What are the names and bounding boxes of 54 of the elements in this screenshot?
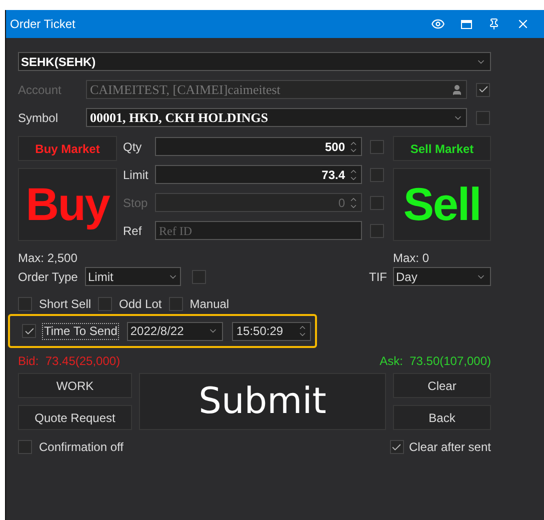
ask-text: Ask: 73.50(107,000): [380, 353, 491, 370]
work-button[interactable]: WORK: [18, 373, 132, 398]
checkbox[interactable]: [192, 270, 206, 284]
checkbox[interactable]: [22, 324, 36, 338]
exchange-dropdown[interactable]: SEHK(SEHK): [18, 52, 491, 71]
window-title: Order Ticket: [10, 16, 76, 33]
sell-market-button[interactable]: Sell Market: [393, 136, 491, 161]
time-field[interactable]: 15:50:29: [232, 322, 312, 340]
quote-request-button[interactable]: Quote Request: [18, 405, 132, 430]
checkbox[interactable]: [476, 110, 490, 124]
checkbox-label: Confirmation off: [39, 439, 124, 456]
checkbox-label: Clear after sent: [408, 439, 491, 456]
checkbox[interactable]: [370, 140, 384, 154]
back-button[interactable]: Back: [393, 405, 491, 430]
field-label: Ref: [123, 222, 143, 240]
field-label: Order Type: [18, 268, 79, 286]
buy-market-button[interactable]: Buy Market: [18, 136, 117, 161]
checkbox[interactable]: [18, 297, 32, 311]
eye-icon[interactable]: [431, 17, 445, 31]
number-field[interactable]: 500: [155, 137, 362, 156]
submit-button[interactable]: Submit: [139, 373, 386, 430]
order-type-dropdown[interactable]: Limit: [85, 267, 181, 286]
checkbox[interactable]: [168, 297, 183, 311]
clear-button[interactable]: Clear: [393, 373, 491, 398]
checkbox-label: Short Sell: [39, 296, 92, 313]
close-icon[interactable]: [516, 17, 530, 31]
tif-dropdown[interactable]: Day: [393, 267, 491, 286]
checkbox[interactable]: [390, 440, 404, 454]
check-icon: [391, 442, 402, 452]
checkbox-label: Manual: [190, 296, 230, 313]
field-label: Symbol: [18, 110, 60, 126]
checkbox-label: Time To Send: [42, 322, 120, 340]
pin-icon[interactable]: [488, 18, 500, 30]
buy-button[interactable]: Buy: [18, 168, 117, 241]
max-sell-text: Max: 0: [393, 250, 430, 263]
checkbox[interactable]: [18, 440, 32, 454]
checkbox[interactable]: [370, 168, 384, 182]
field-label: Account: [18, 82, 62, 98]
date-picker[interactable]: 2022/8/22: [127, 322, 224, 340]
symbol-dropdown[interactable]: 00001, HKD, CKH HOLDINGS: [86, 108, 467, 127]
field-label: Qty: [123, 138, 143, 156]
sell-button[interactable]: Sell: [393, 168, 491, 241]
maximize-icon[interactable]: [461, 20, 472, 28]
field-label: TIF: [369, 268, 387, 286]
bid-text: Bid: 73.45(25,000): [18, 353, 120, 370]
checkbox[interactable]: [98, 297, 112, 311]
max-buy-text: Max: 2,500: [18, 250, 78, 263]
checkbox-label: Odd Lot: [119, 296, 162, 313]
field-label: Stop: [123, 194, 149, 212]
check-icon: [478, 84, 488, 95]
field-label: Limit: [123, 166, 150, 184]
check-icon: [24, 326, 34, 336]
number-field[interactable]: 73.4: [155, 165, 362, 184]
checkbox[interactable]: [370, 224, 384, 238]
